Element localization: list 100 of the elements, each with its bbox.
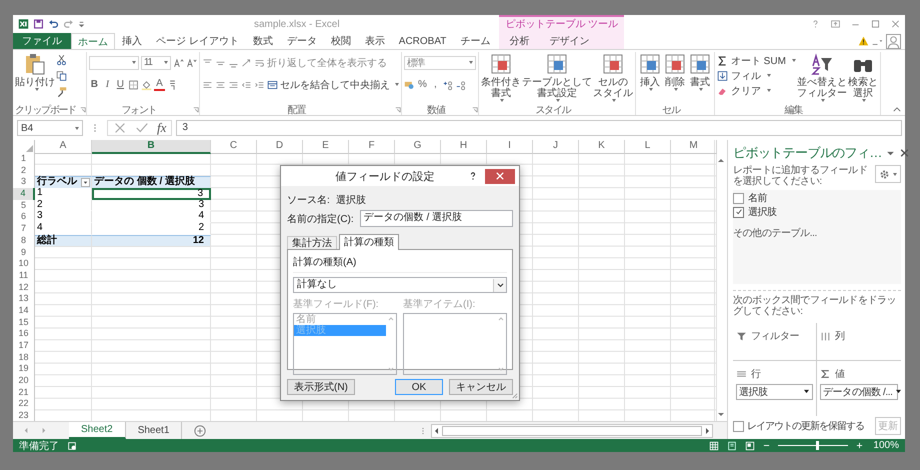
ribbon-tab[interactable]: 数式 [246, 33, 280, 49]
grow-font-icon[interactable] [172, 56, 184, 68]
row-header[interactable]: 11 [13, 270, 35, 282]
shrink-font-icon[interactable] [186, 56, 197, 68]
ribbon-button[interactable]: 並べ替えと フィルター [796, 52, 847, 102]
number-style-button[interactable]: , [430, 79, 441, 90]
ribbon-button[interactable]: セルの スタイル [592, 52, 633, 102]
row-header[interactable]: 7 [13, 223, 35, 235]
fill-color-icon[interactable] [140, 78, 152, 90]
row-header[interactable]: 20 [13, 375, 35, 387]
calculation-dropdown[interactable]: 計算なし [293, 277, 507, 293]
number-style-button[interactable]: % [416, 79, 428, 90]
collapse-ribbon-icon[interactable] [893, 107, 901, 112]
sheet-tab[interactable]: Sheet2 [69, 422, 126, 439]
wrap-text-button[interactable]: 折り返して全体を表示する [254, 56, 387, 70]
avatar-icon[interactable] [886, 34, 901, 48]
dialog-tab[interactable]: 計算の種類 [339, 234, 399, 250]
font-style-button[interactable]: I [102, 79, 113, 90]
row-header[interactable]: 15 [13, 316, 35, 328]
column-header[interactable]: F [349, 140, 395, 154]
ribbon-display-icon[interactable] [830, 18, 841, 30]
ribbon-tab[interactable]: ACROBAT [392, 33, 454, 49]
maximize-icon[interactable] [870, 18, 881, 30]
scroll-right-icon[interactable] [704, 426, 712, 436]
resize-grip-icon[interactable] [511, 392, 518, 399]
name-box[interactable]: B4 [17, 120, 83, 136]
increase-decimal-icon[interactable] [442, 78, 454, 90]
column-header[interactable]: C [211, 140, 257, 154]
format-painter-icon[interactable] [56, 86, 67, 98]
row-header[interactable]: 19 [13, 363, 35, 376]
field-name[interactable]: 名前 [748, 191, 768, 205]
undo-icon[interactable] [48, 18, 59, 30]
row-header[interactable]: 9 [13, 246, 35, 258]
ribbon-button[interactable]: クリア [716, 84, 796, 97]
ribbon-tab[interactable]: ホーム [71, 33, 115, 50]
ribbon-button[interactable]: 条件付き 書式 [480, 52, 521, 102]
base-item-list[interactable] [403, 313, 507, 375]
column-header[interactable]: E [303, 140, 349, 154]
launcher-icon[interactable] [472, 107, 478, 113]
ribbon-tab[interactable]: ファイル [13, 33, 71, 49]
launcher-icon[interactable] [192, 107, 199, 113]
column-header[interactable]: K [579, 140, 625, 154]
checkbox[interactable] [733, 192, 744, 204]
ribbon-button[interactable]: 削除 [662, 52, 687, 91]
ribbon-tab[interactable]: データ [280, 33, 324, 49]
font-name-field[interactable] [88, 56, 139, 70]
row-header[interactable]: 4 [13, 188, 35, 200]
paste-button[interactable]: 貼り付け [15, 52, 55, 91]
number-format-field[interactable]: 標準 [404, 56, 476, 70]
font-style-button[interactable]: U [114, 79, 126, 90]
ribbon-button[interactable]: 書式 [688, 52, 712, 91]
row-header[interactable]: 8 [13, 234, 35, 248]
row-header[interactable]: 5 [13, 200, 35, 212]
font-color-button[interactable]: A [154, 78, 165, 90]
add-sheet-icon[interactable] [194, 424, 206, 436]
zoom-slider[interactable] [816, 441, 819, 450]
scroll-down-icon[interactable] [716, 411, 726, 419]
font-style-button[interactable]: B [88, 79, 100, 90]
ribbon-tab[interactable]: デザイン [539, 33, 600, 49]
close-icon[interactable] [890, 18, 901, 30]
ribbon-button[interactable]: テーブルとして 書式設定 [522, 52, 592, 102]
area-field-dropdown[interactable]: 選択肢 [736, 384, 813, 400]
formula-field[interactable]: 3 [176, 120, 902, 136]
row-header[interactable]: 16 [13, 328, 35, 340]
checkbox-label[interactable]: レイアウトの更新を保留する [747, 419, 864, 433]
close-button[interactable] [485, 168, 515, 184]
ribbon-button[interactable]: 挿入 [638, 52, 662, 91]
ribbon-tab[interactable]: 表示 [358, 33, 392, 49]
dialog-button[interactable]: キャンセル [449, 379, 513, 395]
column-header[interactable]: L [625, 140, 671, 154]
row-header[interactable]: 18 [13, 352, 35, 364]
zoom-level[interactable]: 100% [873, 440, 899, 451]
macro-record-icon[interactable] [67, 440, 77, 450]
ribbon-tab[interactable]: ページ レイアウト [149, 33, 246, 49]
ribbon-tab[interactable]: 挿入 [115, 33, 149, 49]
row-header[interactable]: 21 [13, 386, 35, 398]
row-header[interactable]: 1 [13, 153, 35, 165]
insert-function-button[interactable]: fx [157, 120, 166, 136]
checkbox[interactable] [733, 206, 744, 218]
normal-view-icon[interactable] [709, 440, 720, 450]
warning-icon[interactable] [858, 35, 869, 47]
vertical-scrollbar[interactable] [714, 140, 727, 421]
row-header[interactable]: 10 [13, 258, 35, 270]
row-header[interactable]: 23 [13, 410, 35, 421]
row-header[interactable]: 13 [13, 293, 35, 305]
zoom-out-icon[interactable] [763, 442, 770, 449]
font-size-field[interactable]: 11 [140, 56, 171, 70]
horizontal-scrollbar[interactable] [431, 424, 713, 438]
row-header[interactable]: 12 [13, 282, 35, 294]
column-header[interactable]: J [533, 140, 579, 154]
launcher-icon[interactable] [80, 107, 86, 113]
previous-sheet-icon[interactable] [23, 427, 30, 434]
row-header[interactable]: 6 [13, 211, 35, 224]
dialog-button[interactable]: OK [395, 379, 443, 395]
filter-dropdown-icon[interactable] [81, 178, 90, 188]
column-header[interactable]: I [487, 140, 533, 154]
ribbon-tab[interactable]: 校閲 [324, 33, 358, 49]
row-header[interactable]: 3 [13, 176, 35, 189]
zoom-in-icon[interactable] [856, 442, 864, 449]
page-layout-icon[interactable] [727, 440, 738, 450]
